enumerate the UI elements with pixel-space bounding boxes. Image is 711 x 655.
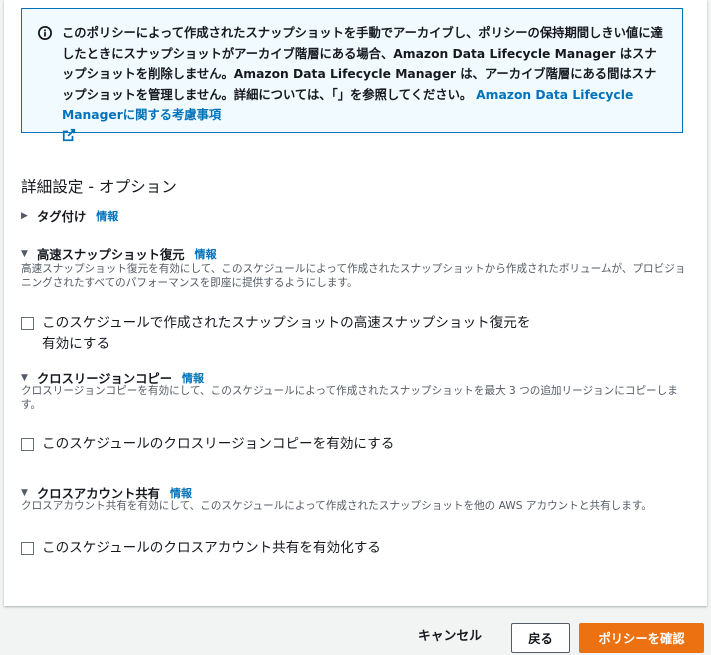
cross-region-option[interactable]: このスケジュールのクロスリージョンコピーを有効にする [21,434,542,455]
caret-down-icon: ▼ [21,373,28,383]
cross-region-checkbox[interactable] [21,438,34,451]
info-alert: このポリシーによって作成されたスナップショットを手動でアーカイブし、ポリシーの保… [21,8,683,142]
tagging-info-link[interactable]: 情報 [96,208,118,224]
fast-restore-description: 高速スナップショット復元を有効にして、このスケジュールによって作成されたスナップ… [21,263,686,289]
cross-region-description: クロスリージョンコピーを有効にして、このスケジュールによって作成されたスナップシ… [21,385,678,411]
tagging-expander[interactable]: ▶ タグ付け 情報 [21,207,118,225]
info-icon [38,26,52,40]
review-policy-button[interactable]: ポリシーを確認 [579,623,704,653]
cross-account-info-link[interactable]: 情報 [170,485,192,501]
back-button[interactable]: 戻る [511,623,570,653]
caret-right-icon: ▶ [21,211,28,221]
cross-account-description: クロスアカウント共有を有効にして、このスケジュールによって作成されたスナップショ… [21,500,652,512]
cross-account-checkbox-label[interactable]: このスケジュールのクロスアカウント共有を有効化する [42,538,542,559]
fast-restore-option[interactable]: このスケジュールで作成されたスナップショットの高速スナップショット復元を有効にす… [21,313,542,355]
cross-region-checkbox-label[interactable]: このスケジュールのクロスリージョンコピーを有効にする [42,434,542,455]
fast-restore-info-link[interactable]: 情報 [195,246,217,262]
cross-account-option[interactable]: このスケジュールのクロスアカウント共有を有効化する [21,538,542,559]
fast-restore-label: 高速スナップショット復元 [37,248,185,262]
form-panel: このポリシーによって作成されたスナップショットを手動でアーカイブし、ポリシーの保… [4,0,707,606]
advanced-settings-title: 詳細設定 - オプション [21,178,177,196]
cross-region-info-link[interactable]: 情報 [182,370,204,386]
tagging-label: タグ付け [37,210,87,224]
fast-restore-checkbox[interactable] [21,317,34,330]
caret-down-icon: ▼ [21,488,28,498]
fast-restore-expander[interactable]: ▼ 高速スナップショット復元 情報 [21,245,217,263]
fast-restore-checkbox-label[interactable]: このスケジュールで作成されたスナップショットの高速スナップショット復元を有効にす… [42,313,542,355]
cancel-button[interactable]: キャンセル [418,625,482,644]
caret-down-icon: ▼ [21,249,28,259]
external-link-icon[interactable] [62,128,76,142]
cross-account-checkbox[interactable] [21,542,34,555]
